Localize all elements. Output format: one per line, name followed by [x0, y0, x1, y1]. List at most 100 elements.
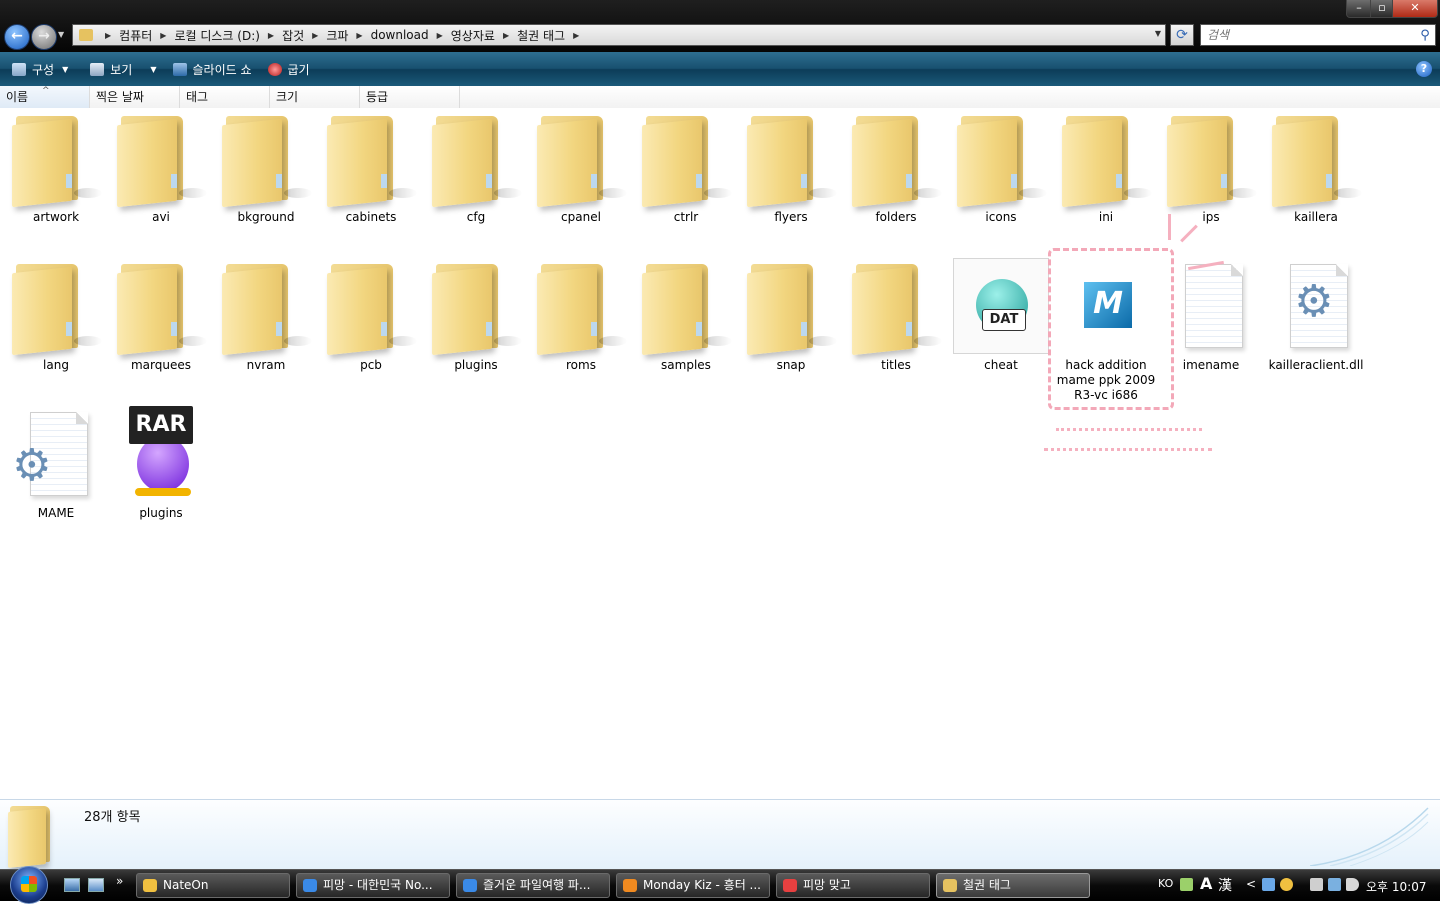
taskbar-button[interactable]: Monday Kiz - 흥터 ... — [616, 873, 770, 898]
organize-button[interactable]: 구성 ▼ — [8, 57, 72, 81]
breadcrumb-item[interactable]: 크파 — [326, 27, 348, 44]
tray-app-icon[interactable] — [1262, 878, 1275, 891]
switch-windows-icon[interactable] — [88, 878, 104, 892]
file-item[interactable]: marquees — [109, 256, 213, 396]
file-name: MAME — [37, 506, 75, 520]
rar-archive-icon: RAR — [113, 406, 209, 502]
file-item[interactable]: folders — [844, 108, 948, 248]
file-item[interactable]: DAT cheat — [949, 256, 1053, 396]
network-icon[interactable] — [1328, 878, 1341, 891]
file-name: icons — [985, 210, 1017, 224]
recent-pages-dropdown-icon[interactable]: ▼ — [58, 30, 64, 39]
file-item[interactable]: roms — [529, 256, 633, 396]
maximize-button[interactable]: ▫ — [1370, 0, 1394, 18]
file-item[interactable]: cabinets — [319, 108, 423, 248]
slideshow-button[interactable]: 슬라이드 쇼 — [169, 57, 256, 81]
breadcrumb-separator-icon[interactable]: ▶ — [312, 31, 318, 40]
folder-icon — [848, 258, 944, 356]
file-item[interactable]: artwork — [4, 108, 108, 248]
search-input[interactable] — [1201, 27, 1415, 43]
taskbar-button[interactable]: 피망 - 대한민국 No... — [296, 873, 450, 898]
breadcrumb-item[interactable]: 컴퓨터 — [119, 27, 152, 44]
show-desktop-icon[interactable] — [64, 878, 80, 892]
file-item[interactable]: icons — [949, 108, 1053, 248]
breadcrumb-item[interactable]: 철권 태그 — [517, 27, 565, 44]
file-list: artwork avi bkground cabinets cfg cpanel ctrlr… — [0, 108, 1440, 799]
volume-icon[interactable] — [1346, 878, 1359, 891]
breadcrumb-separator-icon[interactable]: ▶ — [437, 31, 443, 40]
file-item[interactable]: ⚙ kailleraclient.dll — [1264, 256, 1368, 396]
file-item[interactable]: pcb — [319, 256, 423, 396]
search-box[interactable]: ⚲ — [1200, 24, 1436, 46]
folder-icon — [428, 258, 524, 356]
file-item[interactable]: ⚙ MAME — [4, 404, 108, 544]
details-pane: 28개 항목 — [0, 799, 1440, 870]
ime-hanja-indicator[interactable]: 漢 — [1218, 875, 1232, 895]
file-item[interactable]: lang — [4, 256, 108, 396]
forward-button[interactable]: → — [31, 24, 57, 50]
taskbar-button[interactable]: 즐거운 파일여행 파... — [456, 873, 610, 898]
breadcrumb-item[interactable]: 영상자료 — [451, 27, 495, 44]
folder-icon — [533, 110, 629, 208]
breadcrumb-separator-icon[interactable]: ▶ — [573, 31, 579, 40]
file-item[interactable]: snap — [739, 256, 843, 396]
safely-remove-hardware-icon[interactable] — [1310, 878, 1323, 891]
file-item[interactable]: cfg — [424, 108, 528, 248]
column-header-date-taken[interactable]: 찍은 날짜 — [90, 86, 180, 108]
file-item[interactable]: nvram — [214, 256, 318, 396]
language-indicator[interactable]: KO — [1158, 877, 1173, 890]
tray-app-icon[interactable] — [1280, 878, 1293, 891]
file-name: pcb — [360, 358, 382, 372]
ime-mode-indicator[interactable]: A — [1200, 874, 1212, 893]
file-item[interactable]: flyers — [739, 108, 843, 248]
folder-icon — [1268, 110, 1364, 208]
minimize-button[interactable]: – — [1346, 0, 1372, 18]
arrow-left-icon: ← — [11, 28, 23, 44]
file-item[interactable]: RAR plugins — [109, 404, 213, 544]
folder-icon — [533, 258, 629, 356]
file-item[interactable]: titles — [844, 256, 948, 396]
burn-button[interactable]: 굽기 — [264, 57, 314, 81]
search-icon[interactable]: ⚲ — [1415, 28, 1435, 43]
close-button[interactable]: ✕ — [1392, 0, 1438, 18]
taskbar-button[interactable]: 피망 맞고 — [776, 873, 930, 898]
back-button[interactable]: ← — [4, 24, 30, 50]
address-dropdown-icon[interactable]: ▼ — [1155, 29, 1161, 38]
column-header-name[interactable]: 이름 ^ — [0, 86, 90, 108]
file-item[interactable]: bkground — [214, 108, 318, 248]
annotation-circle — [1048, 248, 1174, 410]
file-item[interactable]: ips — [1159, 108, 1263, 248]
organize-label: 구성 — [32, 62, 55, 77]
breadcrumb-separator-icon[interactable]: ▶ — [356, 31, 362, 40]
file-item[interactable]: samples — [634, 256, 738, 396]
file-item[interactable]: ini — [1054, 108, 1158, 248]
breadcrumb-item[interactable]: download — [371, 28, 429, 42]
ime-pen-icon[interactable] — [1180, 878, 1193, 891]
file-item[interactable]: ctrlr — [634, 108, 738, 248]
file-item[interactable]: cpanel — [529, 108, 633, 248]
quicklaunch-more-icon[interactable]: » — [116, 874, 123, 888]
breadcrumb-separator-icon[interactable]: ▶ — [503, 31, 509, 40]
clock[interactable]: 오후 10:07 — [1366, 878, 1426, 895]
column-header-size[interactable]: 크기 — [270, 86, 360, 108]
taskbar-button[interactable]: NateOn — [136, 873, 290, 898]
column-header-rating[interactable]: 등급 — [360, 86, 460, 108]
breadcrumb-item[interactable]: 로컬 디스크 (D:) — [174, 27, 259, 44]
start-button[interactable] — [10, 866, 48, 904]
views-button[interactable]: 보기 ▼ — [86, 57, 160, 81]
taskbar-button[interactable]: 철권 태그 — [936, 873, 1090, 898]
help-icon[interactable]: ? — [1416, 61, 1432, 77]
file-item[interactable]: avi — [109, 108, 213, 248]
file-item[interactable]: plugins — [424, 256, 528, 396]
column-header-tags[interactable]: 태그 — [180, 86, 270, 108]
refresh-button[interactable]: ⟳ — [1170, 24, 1194, 46]
breadcrumb-item[interactable]: 잡것 — [282, 27, 304, 44]
breadcrumb-separator-icon[interactable]: ▶ — [105, 31, 111, 40]
breadcrumb-separator-icon[interactable]: ▶ — [160, 31, 166, 40]
file-item[interactable]: kaillera — [1264, 108, 1368, 248]
breadcrumb-separator-icon[interactable]: ▶ — [268, 31, 274, 40]
file-name: folders — [875, 210, 917, 224]
file-item[interactable]: imename — [1159, 256, 1263, 396]
address-bar[interactable]: ▶ 컴퓨터 ▶ 로컬 디스크 (D:) ▶ 잡것 ▶ 크파 ▶ download ▶ 영상자료 ▶ 철권… — [72, 24, 1166, 46]
tray-expand-icon[interactable]: < — [1246, 877, 1256, 891]
